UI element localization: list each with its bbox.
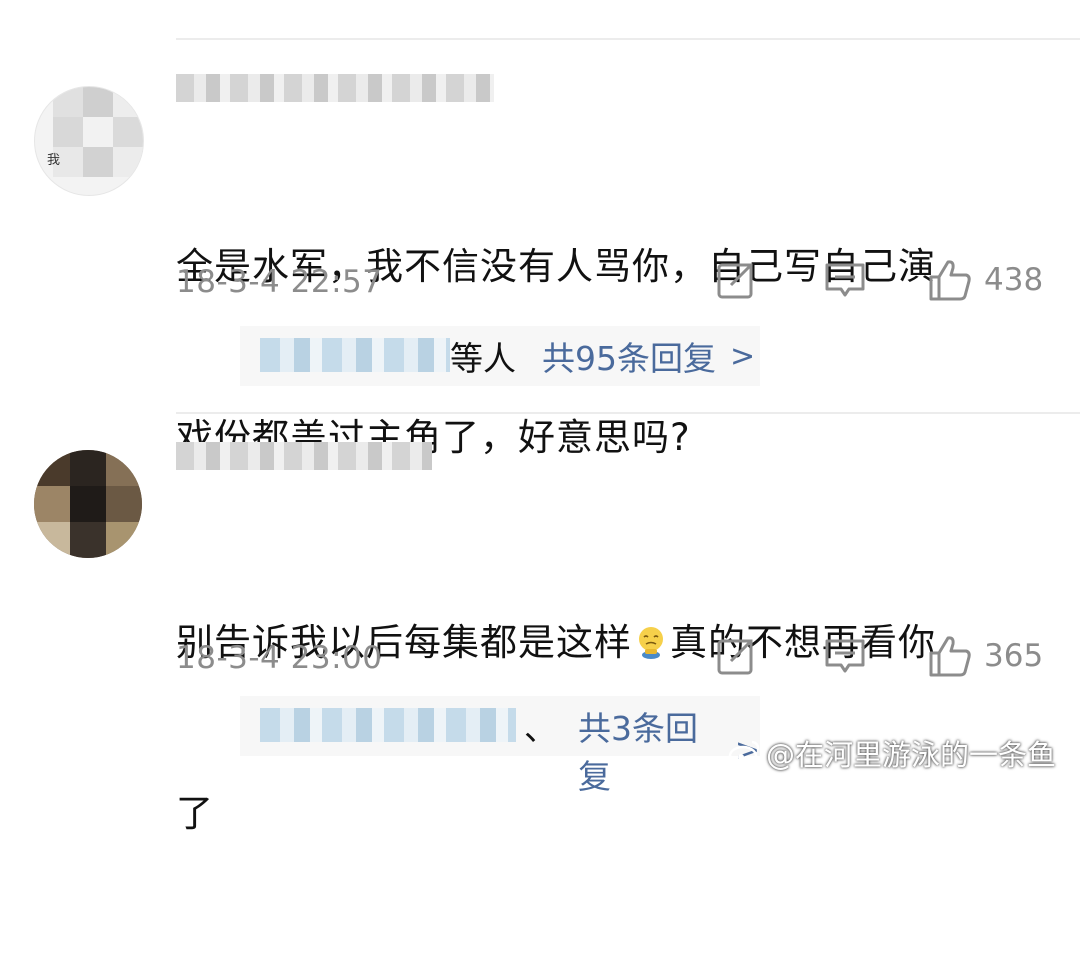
thumbs-up-icon bbox=[929, 636, 971, 677]
comment-button[interactable] bbox=[824, 258, 866, 302]
view-replies-link[interactable]: 共95条回复 > bbox=[542, 332, 755, 380]
reply-preview[interactable]: 等人 共95条回复 > bbox=[240, 326, 760, 386]
avatar-text: 我 bbox=[47, 153, 61, 168]
share-icon bbox=[717, 639, 753, 675]
comment-meta: 18-3-4 22:57 438 bbox=[176, 258, 1050, 308]
reply-users-redacted bbox=[260, 708, 516, 742]
weibo-logo-icon bbox=[728, 740, 760, 767]
reply-suffix: 等人 bbox=[450, 339, 516, 378]
username-redacted[interactable] bbox=[176, 442, 432, 470]
share-icon bbox=[717, 263, 753, 299]
comment-icon bbox=[825, 639, 865, 673]
reply-preview[interactable]: 、 共3条回复 > bbox=[240, 696, 760, 796]
like-button[interactable]: 365 bbox=[928, 634, 1043, 678]
chevron-right-icon: > bbox=[730, 338, 756, 374]
share-button[interactable] bbox=[716, 634, 756, 678]
view-replies-label: 共3条回复 bbox=[578, 709, 698, 796]
comment-button[interactable] bbox=[824, 634, 866, 678]
view-replies-label: 共95条回复 bbox=[542, 339, 716, 378]
watermark-text: @在河里游泳的一条鱼 bbox=[765, 738, 1056, 772]
comment-item: 我 全是水军，我不信没有人骂你，自己写自己演 戏份都盖过主角了，好意思吗? 18… bbox=[0, 0, 1080, 459]
username-redacted[interactable] bbox=[176, 74, 494, 102]
reply-users-redacted bbox=[260, 338, 450, 372]
timestamp: 18-3-4 23:00 bbox=[176, 640, 383, 676]
comment-text-line: 了 bbox=[176, 792, 214, 835]
comment-icon bbox=[825, 263, 865, 297]
like-button[interactable]: 438 bbox=[928, 258, 1043, 302]
reply-suffix: 、 bbox=[524, 709, 557, 748]
watermark: @在河里游泳的一条鱼 bbox=[728, 732, 1056, 774]
thumbs-up-icon bbox=[929, 260, 971, 301]
like-count: 365 bbox=[984, 638, 1044, 674]
timestamp: 18-3-4 22:57 bbox=[176, 264, 383, 300]
share-button[interactable] bbox=[716, 258, 756, 302]
comment-item: 别告诉我以后每集都是这样 真的不想再看你 了 18-3-4 23:00 365 … bbox=[0, 412, 1080, 835]
comment-meta: 18-3-4 23:00 365 bbox=[176, 634, 1050, 684]
like-count: 438 bbox=[984, 262, 1044, 298]
avatar[interactable]: 我 bbox=[34, 86, 144, 196]
avatar[interactable] bbox=[34, 450, 142, 558]
